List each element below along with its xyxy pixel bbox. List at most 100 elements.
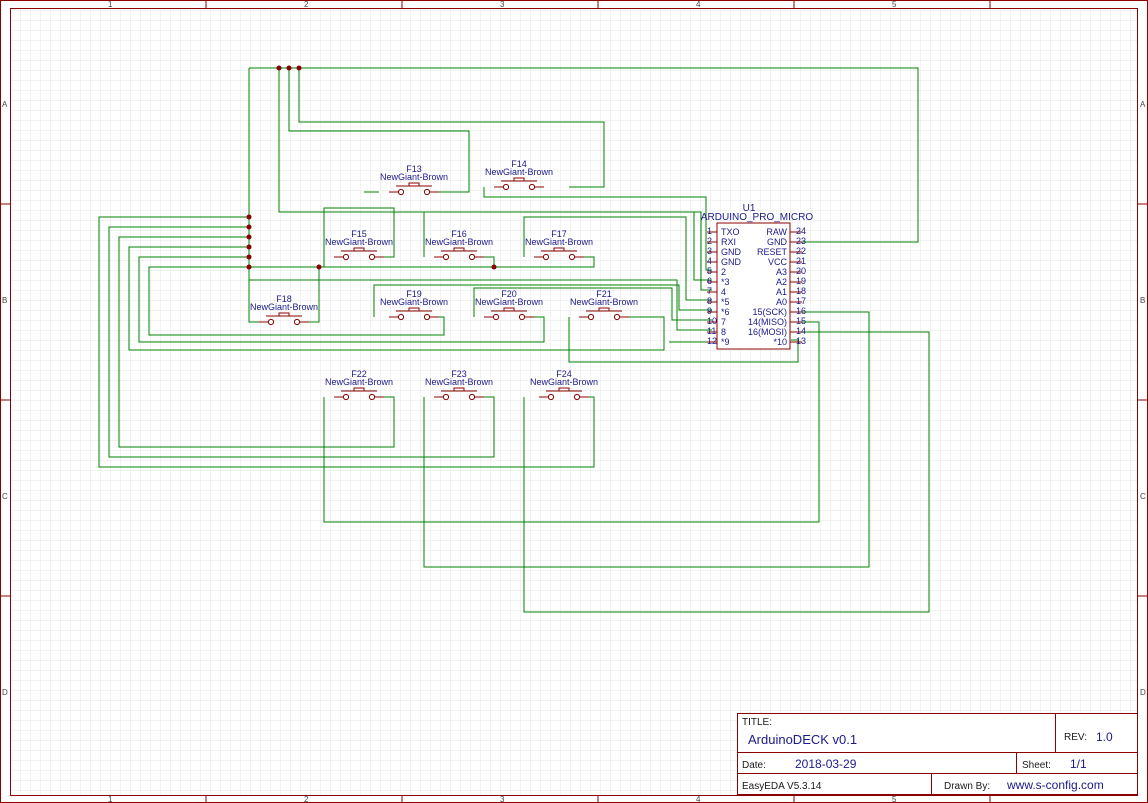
mcu-pin-number: 21 [796, 256, 806, 266]
rev-value: 1.0 [1096, 730, 1113, 744]
ruler-row-b-right: B [1140, 296, 1145, 305]
switch-contact [397, 313, 405, 321]
mcu-pin-label: GND [721, 257, 742, 267]
software-version: EasyEDA V5.3.14 [742, 781, 822, 792]
switch-contact [368, 253, 376, 261]
switch-value: NewGiant-Brown [530, 377, 598, 387]
ruler-col-5-bottom: 5 [892, 795, 897, 803]
junction-dot [246, 264, 252, 270]
ruler-col-3-top: 3 [500, 0, 505, 9]
switch-contact [397, 188, 405, 196]
mcu-pin-number: 4 [707, 256, 712, 266]
mcu-pin-label: 4 [721, 287, 726, 297]
junction-dot [246, 254, 252, 260]
mcu-pin-label: GND [767, 237, 788, 247]
ruler-row-c-right: C [1140, 492, 1146, 501]
junction-dot [246, 244, 252, 250]
ruler-col-2-bottom: 2 [304, 795, 309, 803]
switch-contact [368, 393, 376, 401]
junction-dot [296, 65, 302, 71]
mcu-pin-number: 13 [796, 336, 806, 346]
switch-contact [587, 313, 595, 321]
ruler-row-c-left: C [2, 492, 8, 501]
ruler-row-d-right: D [1140, 688, 1146, 697]
mcu-pin-label: GND [721, 247, 742, 257]
mcu-pin-number: 7 [707, 286, 712, 296]
title-label: TITLE: [742, 717, 772, 728]
mcu-pin-label: A3 [776, 267, 787, 277]
mcu-pin-number: 6 [707, 276, 712, 286]
switch-value: NewGiant-Brown [570, 297, 638, 307]
switch-contact [468, 253, 476, 261]
mcu-pin-label: 14(MISO) [748, 317, 787, 327]
switch-contact [267, 318, 275, 326]
sheet-label: Sheet: [1022, 760, 1051, 771]
switch-contact [568, 253, 576, 261]
switch-contact [442, 393, 450, 401]
date-value: 2018-03-29 [795, 757, 857, 771]
mcu-pin-label: A1 [776, 287, 787, 297]
switch-value: NewGiant-Brown [325, 377, 393, 387]
switch-contact [423, 188, 431, 196]
switch-contact [423, 313, 431, 321]
mcu-pin-label: *3 [721, 277, 730, 287]
mcu-pin-number: 17 [796, 296, 806, 306]
mcu-pin-label: *5 [721, 297, 730, 307]
mcu-name: ARDUINO_PRO_MICRO [701, 212, 813, 223]
mcu-pin-number: 18 [796, 286, 806, 296]
switch-value: NewGiant-Brown [425, 237, 493, 247]
mcu-pin-label: *9 [721, 337, 730, 347]
mcu-pin-label: A2 [776, 277, 787, 287]
switch-value: NewGiant-Brown [425, 377, 493, 387]
switch-contact [613, 313, 621, 321]
mcu-pin-number: 5 [707, 266, 712, 276]
switch-value: NewGiant-Brown [325, 237, 393, 247]
junction-dot [491, 264, 497, 270]
grid [10, 8, 1138, 795]
mcu-pin-label: 16(MOSI) [748, 327, 787, 337]
switch-contact [502, 183, 510, 191]
ruler-col-4-bottom: 4 [696, 795, 701, 803]
mcu-pin-number: 8 [707, 296, 712, 306]
mcu-pin-number: 10 [707, 316, 717, 326]
mcu-pin-label: 15(SCK) [752, 307, 787, 317]
switch-contact [528, 183, 536, 191]
ruler-row-a-right: A [1140, 100, 1146, 109]
switch-value: NewGiant-Brown [475, 297, 543, 307]
mcu-pin-number: 16 [796, 306, 806, 316]
switch-value: NewGiant-Brown [380, 172, 448, 182]
mcu-pin-number: 15 [796, 316, 806, 326]
title-value: ArduinoDECK v0.1 [748, 732, 857, 747]
mcu-pin-label: RAW [766, 227, 787, 237]
mcu-pin-label: 8 [721, 327, 726, 337]
ruler-row-a-left: A [2, 100, 8, 109]
mcu-pin-number: 20 [796, 266, 806, 276]
switch-contact [342, 253, 350, 261]
mcu-pin-number: 11 [707, 326, 716, 336]
ruler-row-b-left: B [2, 296, 7, 305]
junction-dot [246, 224, 252, 230]
switch-value: NewGiant-Brown [485, 167, 553, 177]
mcu-pin-number: 14 [796, 326, 806, 336]
ruler-col-5-top: 5 [892, 0, 897, 9]
rev-label: REV: [1064, 732, 1087, 743]
junction-dot [316, 264, 322, 270]
mcu-pin-number: 19 [796, 276, 806, 286]
ruler-col-3-bottom: 3 [500, 795, 505, 803]
ruler-col-4-top: 4 [696, 0, 701, 9]
mcu-pin-label: *10 [773, 337, 787, 347]
switch-value: NewGiant-Brown [380, 297, 448, 307]
switch-value: NewGiant-Brown [250, 302, 318, 312]
switch-contact [468, 393, 476, 401]
switch-contact [342, 393, 350, 401]
date-label: Date: [742, 760, 766, 771]
mcu-pin-label: VCC [768, 257, 788, 267]
ruler-col-1-bottom: 1 [108, 795, 113, 803]
switch-contact [547, 393, 555, 401]
drawn-by-label: Drawn By: [944, 781, 990, 792]
ruler-row-d-left: D [2, 688, 8, 697]
title-block: TITLE: ArduinoDECK v0.1 REV: 1.0 Date: 2… [737, 713, 1138, 795]
junction-dot [246, 234, 252, 240]
mcu-pin-label: RESET [757, 247, 788, 257]
sheet-value: 1/1 [1070, 757, 1087, 771]
